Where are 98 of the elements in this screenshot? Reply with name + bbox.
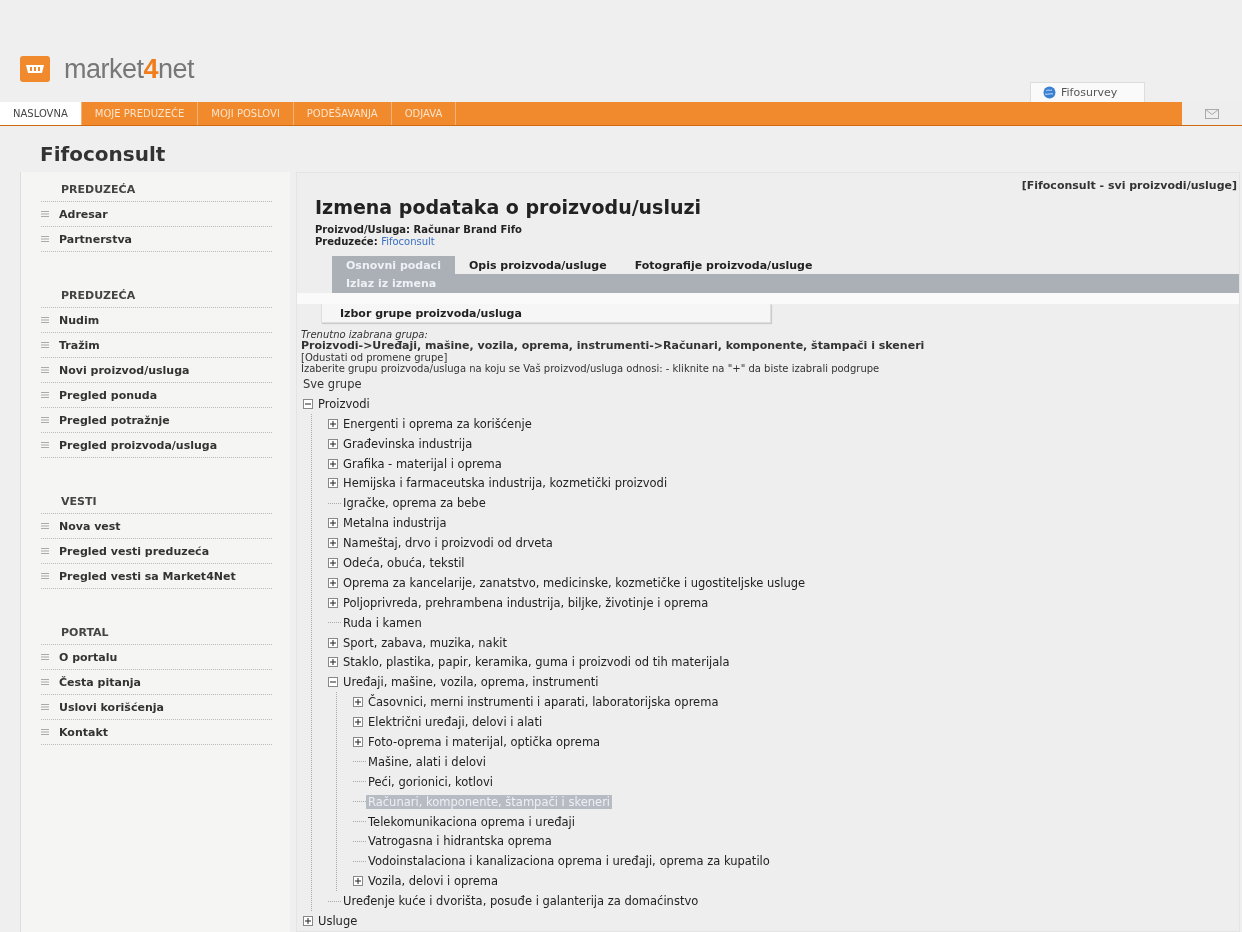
tree-item[interactable]: Vodoinstalaciona i kanalizaciona oprema i uređaji, oprema za kupatilo — [366, 854, 772, 869]
sidebar-link[interactable]: Novi proizvod/usluga — [41, 358, 272, 383]
current-group-label: Trenutno izabrana grupa: — [301, 329, 428, 341]
tab[interactable]: Opis proizvoda/usluge — [454, 256, 621, 274]
expand-toggle[interactable] — [353, 876, 363, 887]
sidebar-link[interactable]: Pregled vesti preduzeća — [41, 539, 272, 564]
tree-item[interactable]: Telekomunikaciona oprema i uređaji — [366, 814, 577, 829]
expand-toggle[interactable] — [328, 458, 338, 469]
sidebar-link[interactable]: Pregled ponuda — [41, 383, 272, 408]
sidebar-heading: PORTAL — [41, 623, 272, 645]
current-group-path: Proizvodi->Uređaji, mašine, vozila, oprema, instrumenti->Računari, komponente, štampači i skeneri — [301, 340, 926, 353]
tree-item[interactable]: Staklo, plastika, papir, keramika, guma i proizvodi od tih materijala — [341, 655, 732, 670]
bullet-icon — [41, 704, 49, 710]
expand-toggle[interactable] — [328, 418, 338, 429]
sidebar-link[interactable]: Tražim — [41, 333, 272, 358]
tree-item[interactable]: Mašine, alati i delovi — [366, 754, 488, 769]
bullet-icon — [41, 317, 49, 323]
tree-item[interactable]: Uređenje kuće i dvorišta, posuđe i galanterija za domaćinstvo — [341, 894, 701, 909]
sidebar-link[interactable]: Pregled vesti sa Market4Net — [41, 564, 272, 589]
bullet-icon — [41, 729, 49, 735]
envelope-icon — [1205, 108, 1219, 119]
sidebar-link[interactable]: Nova vest — [41, 514, 272, 539]
sidebar-link[interactable]: Česta pitanja — [41, 670, 272, 695]
instructions: Izaberite grupu proizvoda/usluga na koju se Vaš proizvod/usluga odnosi: - kliknite na "+" da biste izabrali podgrupe — [301, 363, 881, 375]
cancel-link[interactable]: [Odustati od promene grupe] — [301, 352, 1239, 364]
expand-toggle[interactable] — [328, 657, 338, 668]
tree-item[interactable]: Časovnici, merni instrumenti i aparati, laboratorijska oprema — [366, 695, 721, 710]
logo-text: market4net — [64, 53, 195, 85]
tree-item[interactable]: Odeća, obuća, tekstil — [341, 556, 467, 570]
bullet-icon — [41, 573, 49, 579]
expand-toggle[interactable] — [353, 737, 363, 748]
expand-toggle[interactable] — [328, 637, 338, 648]
expand-toggle[interactable] — [328, 538, 338, 549]
sidebar-link[interactable]: Kontakt — [41, 720, 272, 745]
bullet-icon — [41, 679, 49, 685]
collapse-toggle[interactable] — [303, 398, 313, 409]
sidebar-link[interactable]: Pregled proizvoda/usluga — [41, 433, 272, 458]
sidebar-heading: PREDUZEĆA — [41, 286, 272, 308]
tree-item[interactable]: Sport, zabava, muzika, nakit — [341, 635, 509, 650]
tree-item[interactable]: Električni uređaji, delovi i alati — [366, 715, 545, 730]
bullet-icon — [41, 211, 49, 217]
expand-toggle[interactable] — [328, 478, 338, 489]
bullet-icon — [41, 367, 49, 373]
bullet-icon — [41, 654, 49, 660]
tree-item[interactable]: Igračke, oprema za bebe — [341, 496, 488, 511]
sidebar-link[interactable]: Adresar — [41, 202, 272, 227]
page-title: Izmena podataka o proizvodu/usluzi — [315, 196, 703, 218]
tree-item[interactable]: Nameštaj, drvo i proizvodi od drveta — [341, 536, 555, 551]
expand-toggle[interactable] — [328, 438, 338, 449]
tree-item[interactable]: Grafika - materijal i oprema — [341, 456, 504, 471]
tree-item[interactable]: Hemijska i farmaceutska industrija, kozmetički proizvodi — [341, 476, 670, 491]
tree-item[interactable]: Vatrogasna i hidrantska oprema — [366, 834, 554, 849]
sidebar-link[interactable]: Uslovi korišćenja — [41, 695, 272, 720]
expand-toggle[interactable] — [353, 717, 363, 728]
bullet-icon — [41, 548, 49, 554]
tab[interactable]: Fotografije proizvoda/usluge — [620, 256, 827, 274]
expand-toggle[interactable] — [303, 916, 313, 927]
company-label: Preduzeće: — [315, 236, 378, 247]
tree-item[interactable]: Uređaji, mašine, vozila, oprema, instrumenti — [341, 675, 601, 690]
company-link[interactable]: Fifoconsult — [381, 236, 435, 247]
bullet-icon — [41, 417, 49, 423]
expand-toggle[interactable] — [328, 518, 338, 529]
sidebar-link[interactable]: O portalu — [41, 645, 272, 670]
tree-item[interactable]: Poljoprivreda, prehrambena industrija, biljke, životinje i oprema — [341, 595, 711, 610]
sidebar-link[interactable]: Nudim — [41, 308, 272, 333]
bullet-icon — [41, 236, 49, 242]
bullet-icon — [41, 342, 49, 348]
expand-toggle[interactable] — [328, 597, 338, 608]
tree-item[interactable]: Vozila, delovi i oprema — [366, 874, 501, 889]
tree-item[interactable]: Građevinska industrija — [341, 436, 475, 451]
logo-icon — [20, 56, 50, 82]
bullet-icon — [41, 442, 49, 448]
tree-item[interactable]: Peći, gorionici, kotlovi — [366, 774, 496, 789]
collapse-toggle[interactable] — [328, 677, 338, 688]
expand-toggle[interactable] — [328, 577, 338, 588]
all-products-link[interactable]: [Fifoconsult - svi proizvodi/usluge] — [1021, 173, 1239, 192]
tree-item[interactable]: Metalna industrija — [341, 516, 449, 531]
globe-icon — [1043, 86, 1056, 99]
sidebar-link[interactable]: Pregled potražnje — [41, 408, 272, 433]
tree-root: Sve grupe — [303, 377, 362, 391]
sidebar-heading: PREDUZEĆA — [41, 180, 272, 202]
sidebar-link[interactable]: Partnerstva — [41, 227, 272, 252]
tree-item[interactable]: Usluge — [316, 914, 360, 929]
nav-tab[interactable]: NASLOVNA — [0, 102, 82, 125]
tree-item[interactable]: Proizvodi — [316, 396, 372, 411]
company-title: Fifoconsult — [39, 141, 167, 168]
tree-item[interactable]: Ruda i kamen — [341, 615, 424, 630]
tree-item[interactable]: Foto-oprema i materijal, optička oprema — [366, 735, 603, 750]
section-title: Izbor grupe proizvoda/usluga — [321, 304, 771, 324]
expand-toggle[interactable] — [328, 558, 338, 568]
survey-tab[interactable]: Fifosurvey — [1030, 82, 1145, 102]
product-name: Proizvod/Usluga: Računar Brand Fifo — [315, 224, 523, 236]
bullet-icon — [41, 523, 49, 529]
tree-item[interactable]: Energenti i oprema za korišćenje — [341, 416, 534, 431]
sidebar-heading: VESTI — [41, 492, 272, 514]
expand-toggle[interactable] — [353, 697, 363, 708]
bullet-icon — [41, 392, 49, 398]
tree-item[interactable]: Oprema za kancelarije, zanatstvo, medicinske, kozmetičke i ugostiteljske usluge — [341, 575, 808, 590]
